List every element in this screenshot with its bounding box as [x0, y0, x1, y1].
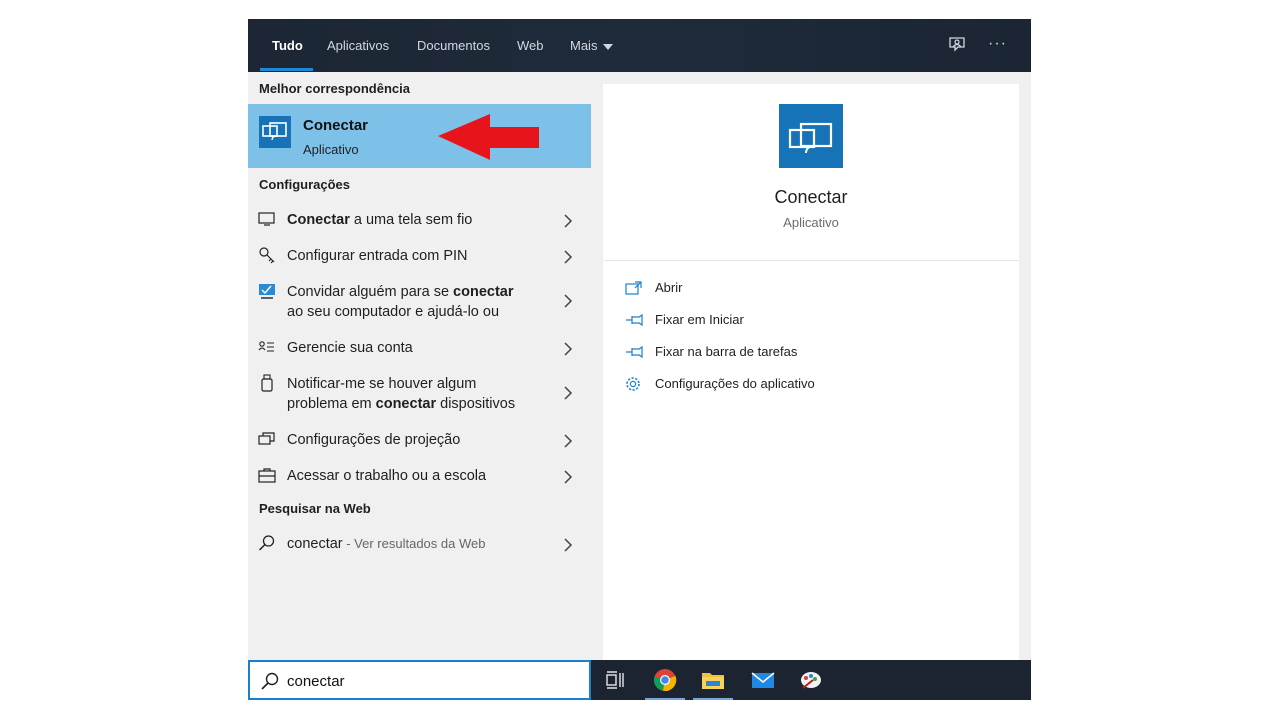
- account-list-icon: [258, 341, 274, 352]
- search-icon: [258, 535, 275, 551]
- chrome-icon: [653, 669, 677, 692]
- results-pane: Melhor correspondência Conectar Aplicati…: [248, 72, 591, 660]
- remote-assistance-icon: [259, 284, 275, 299]
- mail-icon: [751, 672, 775, 688]
- setting-label: Notificar-me se houver algum problema em…: [287, 376, 516, 412]
- red-arrow-annotation: [438, 114, 539, 160]
- best-match-heading: Melhor correspondência: [259, 81, 410, 96]
- setting-label: Configurações de projeção: [287, 432, 461, 448]
- web-heading: Pesquisar na Web: [259, 501, 371, 516]
- setting-wireless-display[interactable]: Conectar a uma tela sem fio: [248, 205, 591, 237]
- setting-label: Gerencie sua conta: [287, 340, 413, 356]
- action-label: Configurações do aplicativo: [655, 376, 815, 391]
- chrome-button[interactable]: [641, 660, 689, 700]
- setting-label: Convidar alguém para se conectar ao seu …: [287, 284, 514, 320]
- search-icon: [261, 672, 279, 690]
- pin-icon: [626, 345, 643, 359]
- action-label: Abrir: [655, 280, 683, 295]
- feedback-icon[interactable]: [947, 35, 969, 57]
- open-icon: [625, 281, 642, 295]
- chevron-right-icon: [564, 342, 573, 356]
- tab-documents[interactable]: Documentos: [417, 19, 490, 72]
- app-title: Conectar: [774, 187, 848, 207]
- file-explorer-icon: [702, 673, 724, 689]
- connect-app-icon: [779, 104, 843, 168]
- connect-app-icon: [259, 116, 291, 153]
- chevron-right-icon: [564, 214, 573, 228]
- taskbar: [591, 660, 1031, 700]
- setting-work-school[interactable]: Acessar o trabalho ou a escola: [248, 461, 591, 493]
- chevron-right-icon: [564, 538, 573, 552]
- file-explorer-button[interactable]: [689, 660, 737, 700]
- active-tab-indicator: [260, 68, 313, 71]
- best-match-item[interactable]: Conectar Aplicativo: [248, 104, 591, 168]
- search-box[interactable]: [248, 660, 591, 700]
- tab-more-label: Mais: [570, 38, 598, 53]
- chevron-down-icon: [603, 43, 614, 50]
- task-view-button[interactable]: [591, 660, 639, 700]
- paint-button[interactable]: [787, 660, 835, 700]
- setting-label: Conectar a uma tela sem fio: [287, 212, 473, 228]
- search-header: Tudo Aplicativos Documentos Web Mais ···: [248, 19, 1031, 72]
- divider: [603, 260, 1019, 261]
- briefcase-icon: [258, 468, 276, 483]
- search-input[interactable]: [287, 670, 577, 692]
- best-match-subtitle: Aplicativo: [303, 142, 359, 157]
- task-view-icon: [606, 671, 624, 689]
- web-search-result[interactable]: conectar - Ver resultados da Web: [248, 529, 591, 561]
- action-label: Fixar na barra de tarefas: [655, 344, 798, 359]
- more-options-icon[interactable]: ···: [988, 35, 1010, 57]
- monitor-icon: [258, 212, 275, 226]
- chevron-right-icon: [564, 386, 573, 400]
- action-label: Fixar em Iniciar: [655, 312, 744, 327]
- chevron-right-icon: [564, 294, 573, 308]
- tab-web[interactable]: Web: [517, 19, 544, 72]
- projection-icon: [258, 432, 275, 445]
- setting-remote-assistance[interactable]: Convidar alguém para se conectar ao seu …: [248, 277, 591, 325]
- chevron-right-icon: [564, 434, 573, 448]
- best-match-title: Conectar: [303, 117, 369, 134]
- search-window: Tudo Aplicativos Documentos Web Mais ···…: [248, 19, 1031, 700]
- setting-manage-account[interactable]: Gerencie sua conta: [248, 333, 591, 365]
- settings-heading: Configurações: [259, 177, 351, 192]
- web-result-label: conectar - Ver resultados da Web: [287, 536, 486, 552]
- running-indicator: [693, 698, 733, 700]
- setting-projection[interactable]: Configurações de projeção: [248, 425, 591, 457]
- tab-all[interactable]: Tudo: [272, 19, 303, 72]
- tab-more[interactable]: Mais: [570, 19, 614, 72]
- gear-icon: [626, 377, 640, 391]
- usb-device-icon: [261, 374, 273, 392]
- details-pane: Conectar Aplicativo Abrir Fixar em Inici…: [603, 84, 1019, 660]
- tab-apps[interactable]: Aplicativos: [327, 19, 389, 72]
- mail-button[interactable]: [739, 660, 787, 700]
- paint-icon: [801, 672, 821, 689]
- setting-device-notifications[interactable]: Notificar-me se houver algum problema em…: [248, 369, 591, 417]
- app-subtitle: Aplicativo: [783, 215, 839, 230]
- setting-label: Acessar o trabalho ou a escola: [287, 468, 487, 484]
- setting-pin-input[interactable]: Configurar entrada com PIN: [248, 241, 591, 273]
- pin-icon: [626, 313, 643, 327]
- chevron-right-icon: [564, 250, 573, 264]
- running-indicator: [645, 698, 685, 700]
- key-icon: [259, 247, 275, 264]
- chevron-right-icon: [564, 470, 573, 484]
- setting-label: Configurar entrada com PIN: [287, 248, 468, 264]
